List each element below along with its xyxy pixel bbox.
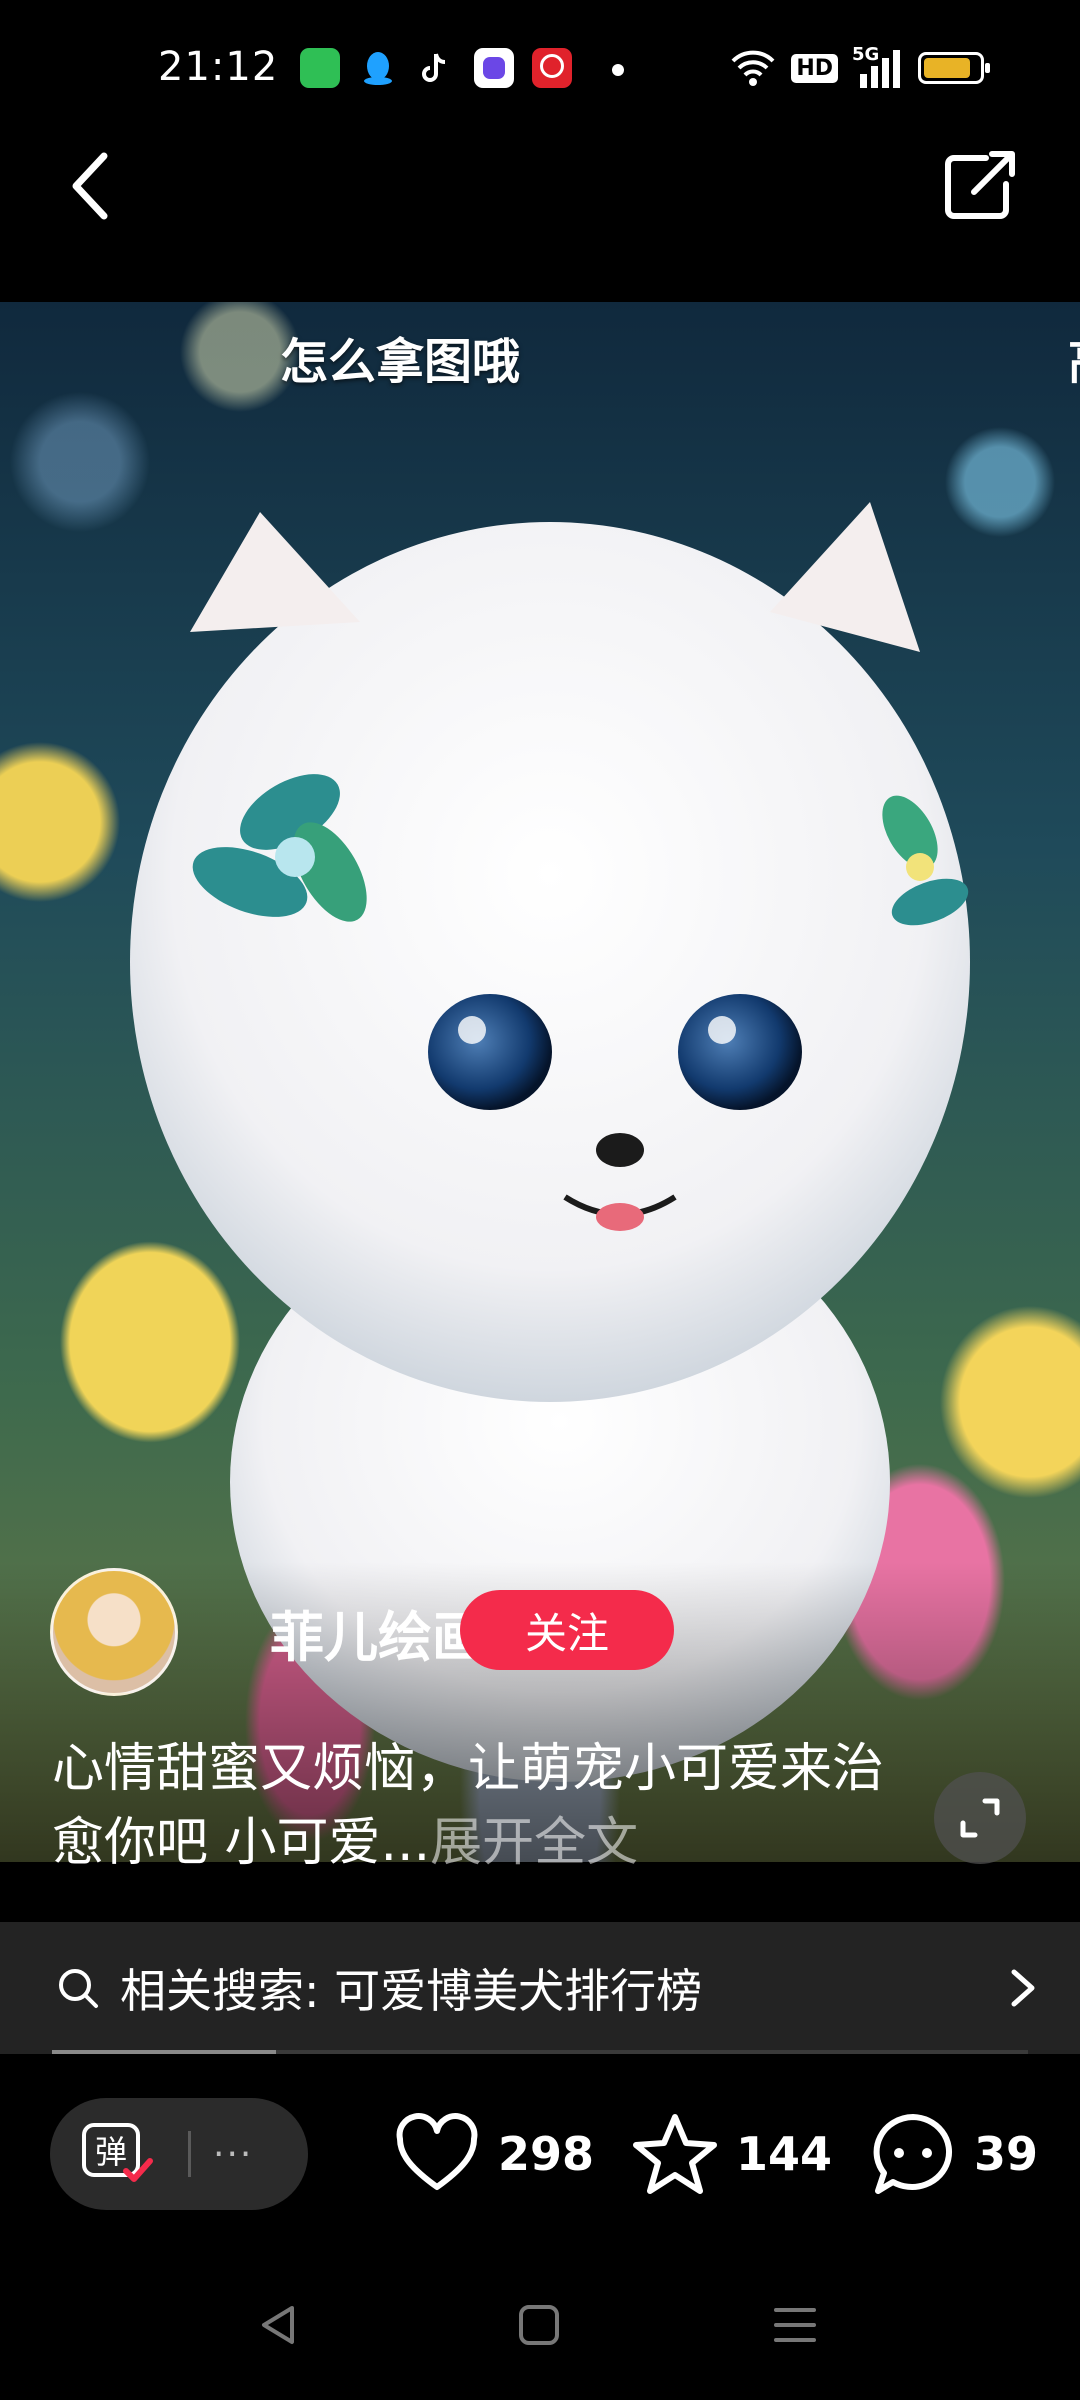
nav-back-icon[interactable]	[256, 2302, 302, 2348]
status-time: 21:12	[158, 44, 279, 90]
favorite-count: 144	[736, 2127, 833, 2181]
like-count: 298	[498, 2127, 595, 2181]
author-name[interactable]: 菲儿绘画	[270, 1593, 486, 1672]
follow-button[interactable]: 关注	[460, 1590, 674, 1670]
svg-text:弹: 弹	[95, 2133, 127, 2171]
battery-icon	[918, 52, 990, 84]
post-description[interactable]: 心情甜蜜又烦恼，让萌宠小可爱来治愈你吧 小可爱...展开全文	[52, 1732, 892, 1880]
share-icon[interactable]	[940, 146, 1020, 226]
wifi-icon	[731, 50, 775, 86]
comment-count: 39	[974, 2127, 1039, 2181]
expand-icon	[960, 1798, 1000, 1838]
signal-icon: 5G	[852, 44, 904, 88]
comment-button[interactable]: 39	[868, 2106, 1038, 2202]
expand-text-link[interactable]: 展开全文	[430, 1813, 638, 1873]
back-icon[interactable]	[62, 146, 122, 226]
message-app-icon	[474, 48, 514, 88]
system-navigation-bar	[0, 2280, 1080, 2368]
comment-icon	[873, 2114, 952, 2194]
carousel-progress	[52, 2050, 1028, 2054]
battery-level	[924, 58, 970, 78]
overlay-caption-right: 高	[1068, 322, 1080, 392]
author-row: 菲儿绘画	[50, 1568, 486, 1696]
wechat-like-app-icon	[300, 48, 340, 88]
more-options-icon[interactable]: ···	[213, 2134, 253, 2175]
nav-home-icon[interactable]	[516, 2302, 562, 2348]
favorite-button[interactable]: 144	[630, 2106, 832, 2202]
danmaku-toggle-icon[interactable]: 弹	[80, 2121, 154, 2187]
related-search-label: 相关搜索: 可爱博美犬排行榜	[120, 1964, 703, 2018]
like-button[interactable]: 298	[392, 2106, 594, 2202]
heart-icon	[396, 2113, 478, 2190]
avatar[interactable]	[50, 1568, 178, 1696]
star-icon	[633, 2114, 717, 2194]
search-icon	[59, 1969, 98, 2008]
overlay-caption: 怎么拿图哦	[280, 334, 521, 390]
nav-recents-icon[interactable]	[772, 2302, 818, 2348]
danmaku-pill: 弹 ···	[50, 2098, 308, 2210]
fullscreen-button[interactable]	[934, 1772, 1026, 1864]
notification-dot	[612, 64, 624, 76]
carousel-progress-fill	[52, 2050, 277, 2054]
tiktok-icon	[422, 53, 446, 82]
pill-divider	[188, 2131, 191, 2177]
related-search-bar[interactable]: 相关搜索: 可爱博美犬排行榜	[0, 1922, 1080, 2054]
status-bar: 21:12 HD 5G	[0, 0, 1080, 140]
status-right: HD 5G	[729, 44, 990, 88]
chevron-right-icon	[1011, 1969, 1035, 2007]
hd-badge: HD	[791, 53, 838, 83]
bank-app-icon	[532, 48, 572, 88]
qq-icon	[364, 52, 392, 85]
